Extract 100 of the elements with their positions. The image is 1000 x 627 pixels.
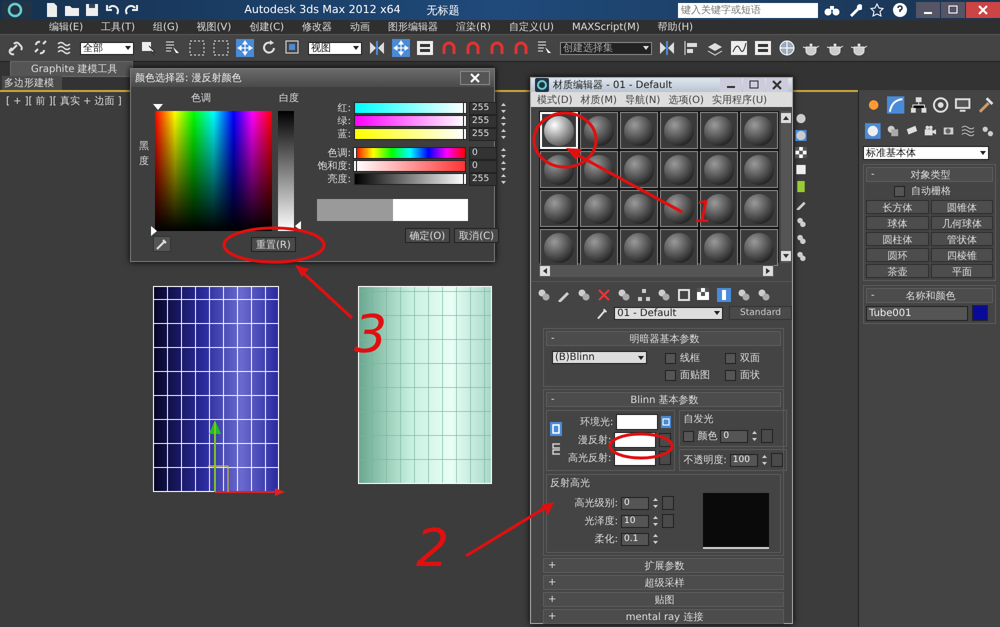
object-type-button[interactable]: 茶壶 (866, 264, 928, 278)
checkbox[interactable] (725, 352, 736, 364)
rollout-toggle[interactable]: + (544, 577, 560, 588)
eyedropper-icon[interactable] (597, 306, 608, 320)
object-type-button[interactable]: 平面 (930, 264, 993, 278)
menu-item[interactable]: 创建(C) (240, 20, 294, 34)
value-field[interactable]: 0 (621, 496, 649, 510)
minimize-icon[interactable] (720, 78, 742, 92)
wave-icon[interactable] (961, 123, 976, 139)
color-slider[interactable] (354, 147, 466, 159)
square-icon[interactable] (677, 288, 691, 302)
slider-thumb[interactable] (463, 173, 467, 185)
ok-button[interactable]: 确定(O) (404, 228, 450, 243)
value-field[interactable]: 255 (469, 114, 497, 128)
left-arrow-icon[interactable] (540, 266, 550, 276)
maximize-icon[interactable] (743, 78, 765, 92)
coordinate-dropdown[interactable]: 视图 (308, 42, 362, 54)
sphere-icon[interactable] (795, 113, 807, 124)
checkbox[interactable] (725, 370, 736, 380)
selection-filter-dropdown[interactable]: 全部 (80, 42, 134, 54)
spinner-icon[interactable] (500, 159, 507, 173)
marker-icon[interactable] (151, 226, 157, 236)
value-field[interactable]: 100 (730, 454, 758, 466)
new-file-icon[interactable] (44, 2, 60, 18)
object-type-button[interactable]: 圆柱体 (866, 232, 928, 246)
hierarchy-icon[interactable] (910, 96, 927, 114)
lock-icon[interactable] (661, 416, 672, 428)
spinner-icon[interactable] (760, 453, 768, 467)
ambient-color-swatch[interactable] (616, 414, 658, 430)
spinner-icon[interactable] (500, 101, 507, 115)
menu-item[interactable]: 编辑(E) (40, 20, 92, 34)
monitor-icon[interactable] (954, 96, 972, 114)
hierarchy-icon[interactable] (637, 288, 651, 302)
color-slider[interactable] (354, 128, 466, 140)
align-icon[interactable] (682, 39, 700, 57)
spinner-icon[interactable] (500, 146, 507, 160)
up-arrow-icon[interactable] (781, 113, 791, 123)
spinner-icon[interactable] (500, 127, 507, 141)
rollout-toggle[interactable]: + (544, 560, 560, 571)
menu-item[interactable]: 实用程序(U) (712, 92, 768, 106)
binoculars-icon[interactable] (824, 3, 840, 17)
sphere-icon[interactable] (795, 130, 807, 142)
rollout-header[interactable]: + 超级采样 (543, 575, 784, 590)
curve-icon[interactable] (887, 96, 905, 114)
menu-item[interactable]: 材质(M) (580, 92, 617, 106)
menu-item[interactable]: 自定义(U) (500, 20, 563, 34)
value-field[interactable]: 0.1 (621, 532, 649, 546)
mirror-icon[interactable] (658, 39, 676, 57)
value-field[interactable]: 255 (469, 102, 497, 114)
rollout-toggle[interactable]: - (867, 290, 883, 301)
value-field[interactable]: 255 (469, 128, 497, 140)
rollout-header[interactable]: + 贴图 (543, 592, 784, 607)
rollout-toggle[interactable]: - (867, 169, 883, 180)
close-icon[interactable] (966, 2, 1000, 18)
color-slider[interactable] (354, 160, 466, 172)
color-slider[interactable] (354, 115, 466, 127)
eyedropper-button[interactable] (153, 236, 171, 252)
horizontal-scrollbar[interactable] (539, 265, 774, 277)
close-icon[interactable] (766, 78, 788, 92)
checkbox[interactable] (894, 186, 905, 196)
menu-item[interactable]: 导航(N) (624, 92, 660, 106)
menu-item[interactable]: MAXScript(M) (562, 22, 649, 32)
rollout-toggle[interactable]: + (544, 594, 560, 605)
object-type-button[interactable]: 球体 (866, 216, 928, 230)
menu-item[interactable]: 工具(T) (92, 20, 144, 34)
object-type-button[interactable]: 长方体 (866, 200, 928, 214)
dashed-square-icon[interactable] (188, 39, 206, 57)
value-field[interactable]: 0 (720, 430, 748, 442)
object-name-field[interactable]: Tube001 (866, 306, 968, 320)
menu-item[interactable]: 修改器 (293, 20, 342, 34)
maximize-icon[interactable] (941, 2, 965, 18)
slider-thumb[interactable] (353, 147, 357, 159)
rollout-header[interactable]: - Blinn 基本参数 (546, 392, 781, 407)
menu-item[interactable]: 图形编辑器 (379, 20, 448, 34)
rollout-toggle[interactable]: - (547, 394, 563, 405)
color-slider[interactable] (354, 173, 466, 185)
value-field[interactable]: 0 (469, 160, 497, 172)
rollout-header[interactable]: - 名称和颜色 (866, 288, 993, 303)
menu-item[interactable]: 选项(O) (668, 92, 704, 106)
spinner-icon[interactable] (652, 496, 659, 510)
rollout-toggle[interactable]: - (547, 333, 563, 344)
move-icon[interactable] (392, 39, 410, 57)
slider-thumb[interactable] (353, 160, 357, 172)
value-field[interactable]: 10 (621, 514, 649, 528)
checkbox[interactable] (665, 352, 676, 364)
down-arrow-icon[interactable] (781, 251, 791, 261)
mirror-icon[interactable] (368, 39, 386, 57)
checkbox[interactable] (665, 370, 676, 380)
spinner-icon[interactable] (500, 172, 507, 186)
dashed-square-icon[interactable] (212, 39, 230, 57)
ribbon-tab[interactable]: Graphite 建模工具 (10, 61, 133, 77)
move-icon[interactable] (236, 39, 254, 57)
curve-icon[interactable] (730, 39, 748, 57)
value-field[interactable]: 255 (469, 172, 497, 186)
sphere-grid-icon[interactable] (778, 39, 796, 57)
menu-item[interactable]: 模式(D) (537, 92, 573, 106)
minimize-icon[interactable] (916, 2, 940, 18)
cursor-icon[interactable] (140, 39, 158, 57)
cancel-button[interactable]: 取消(C) (454, 228, 499, 243)
bar-icon[interactable] (717, 288, 731, 302)
